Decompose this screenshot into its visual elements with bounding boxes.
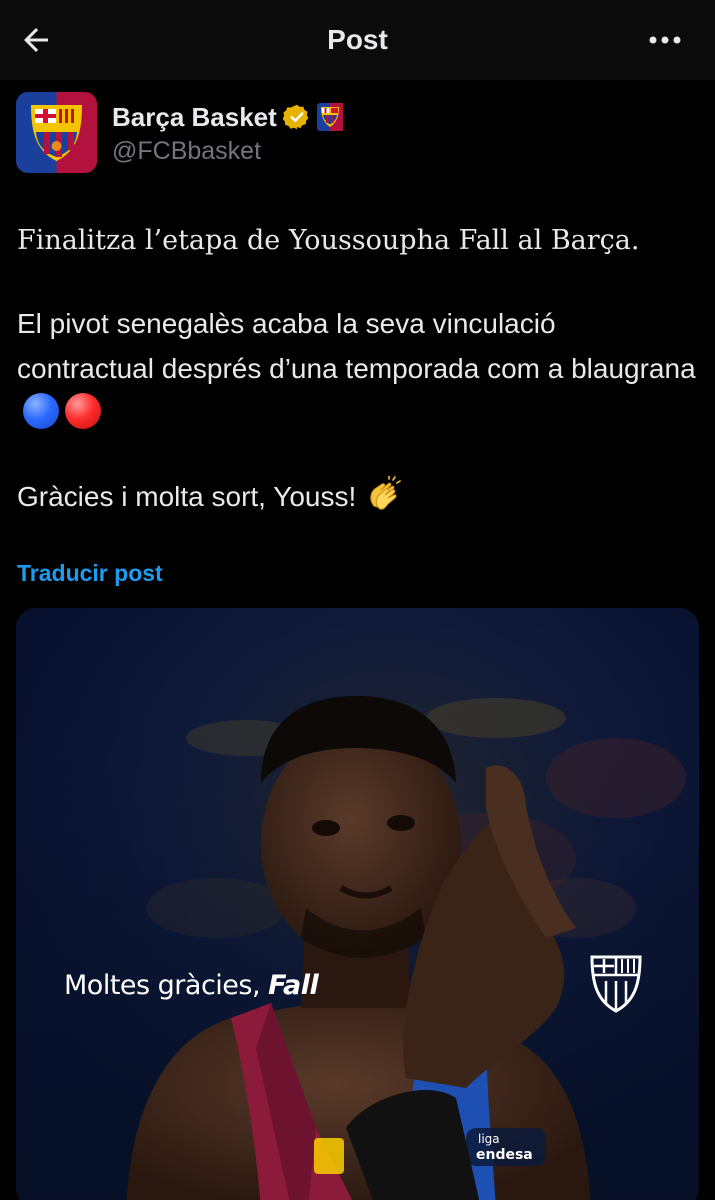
more-horizontal-icon xyxy=(649,36,681,44)
fcb-crest-icon xyxy=(30,105,83,162)
post-line-2-text: El pivot senegalès acaba la seva vincula… xyxy=(17,308,696,384)
author-name[interactable]: Barça Basket xyxy=(112,102,277,133)
top-bar: Post xyxy=(0,0,715,80)
media-caption-prefix: Moltes gràcies, xyxy=(64,970,269,1001)
media-caption-name: Fall xyxy=(268,970,319,1001)
more-button[interactable] xyxy=(645,28,685,52)
translate-post-link[interactable]: Traducir post xyxy=(17,560,163,587)
svg-text:endesa: endesa xyxy=(476,1147,533,1163)
author-handle[interactable]: @FCBbasket xyxy=(112,137,261,166)
back-button[interactable] xyxy=(18,22,58,58)
jersey-sponsor-text: liga xyxy=(478,1132,500,1146)
clapping-hands-icon xyxy=(370,476,402,510)
verified-badge-icon xyxy=(282,104,309,130)
post-author: Barça Basket @FCBbasket xyxy=(16,92,696,174)
fcb-crest-watermark-icon xyxy=(590,955,642,1013)
media-caption: Moltes gràcies, Fall xyxy=(64,970,319,1001)
post-line-1: Finalitza l’etapa de Youssoupha Fall al … xyxy=(17,225,640,256)
post-media-image[interactable]: liga endesa Moltes gràcies, Fall xyxy=(16,608,699,1200)
author-name-row: Barça Basket xyxy=(112,100,343,134)
post-text: Finalitza l’etapa de Youssoupha Fall al … xyxy=(17,218,697,519)
page-title: Post xyxy=(327,24,388,55)
avatar[interactable] xyxy=(16,92,97,173)
post-line-3: Gràcies i molta sort, Youss! xyxy=(17,474,697,519)
player-photo: liga endesa xyxy=(16,608,699,1200)
post-line-2: El pivot senegalès acaba la seva vincula… xyxy=(17,301,697,436)
affiliate-crest-icon xyxy=(316,103,343,131)
red-circle-icon xyxy=(65,393,101,429)
blue-circle-icon xyxy=(23,393,59,429)
arrow-left-icon xyxy=(24,28,48,52)
post-line-3-text: Gràcies i molta sort, Youss! xyxy=(17,481,357,512)
